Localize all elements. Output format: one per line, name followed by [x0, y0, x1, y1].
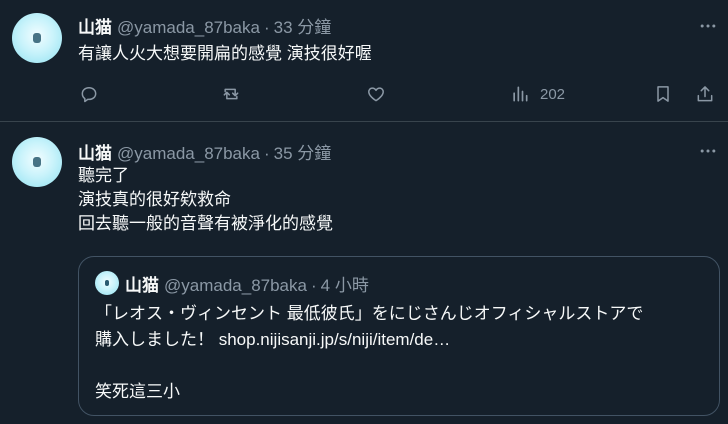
tweet-text: 有讓人火大想要開扁的感覺 演技很好喔	[78, 42, 372, 66]
share-button[interactable]	[695, 84, 715, 104]
timestamp[interactable]: 33 分鐘	[274, 13, 332, 38]
quoted-text-line: 笑死這三小	[95, 382, 180, 401]
quoted-display-name[interactable]: 山猫	[125, 271, 159, 296]
views-bar-chart-icon	[513, 86, 528, 102]
tweet-text: 聽完了 演技真的很好欸救命 回去聽一般的音聲有被淨化的感覺	[78, 164, 333, 236]
separator-dot: ·	[263, 18, 270, 37]
retweet-button[interactable]	[221, 84, 241, 104]
tweet-text-line: 演技真的很好欸救命	[78, 190, 231, 209]
tweet-text-line: 有讓人火大想要開扁的感覺 演技很好喔	[78, 44, 372, 63]
retweet-icon	[223, 88, 239, 100]
quoted-header: 山猫 @yamada_87baka · 4 小時	[125, 271, 369, 296]
views-button[interactable]: 202	[510, 84, 565, 104]
handle[interactable]: @yamada_87baka	[117, 144, 260, 164]
avatar-mark	[33, 157, 41, 167]
quoted-avatar[interactable]	[95, 271, 119, 295]
avatar-mark	[33, 33, 41, 43]
tweet-actions: 202	[0, 80, 728, 110]
tweet-text-line: 聽完了	[78, 166, 129, 185]
heart-icon	[368, 87, 384, 102]
display-name[interactable]: 山猫	[78, 139, 112, 164]
tweet-header: 山猫 @yamada_87baka · 35 分鐘	[78, 139, 331, 164]
tweet-header: 山猫 @yamada_87baka · 33 分鐘	[78, 13, 331, 38]
bookmark-icon	[657, 86, 669, 102]
more-icon[interactable]	[697, 15, 719, 37]
avatar-mark	[105, 280, 109, 286]
quoted-text: 「レオス・ヴィンセント 最低彼氏」をにじさんじオフィシャルストアで 購入しました…	[95, 301, 707, 405]
avatar[interactable]	[12, 137, 62, 187]
handle[interactable]: @yamada_87baka	[117, 18, 260, 38]
separator-dot: ·	[310, 276, 317, 295]
timestamp[interactable]: 35 分鐘	[274, 139, 332, 164]
more-icon[interactable]	[697, 140, 719, 162]
avatar[interactable]	[12, 13, 62, 63]
separator-dot: ·	[263, 144, 270, 163]
quoted-handle[interactable]: @yamada_87baka	[164, 276, 307, 296]
tweet-1[interactable]: 山猫 @yamada_87baka · 33 分鐘 有讓人火大想要開扁的感覺 演…	[0, 0, 728, 121]
share-icon	[697, 86, 713, 102]
quoted-text-line[interactable]: 購入しました！ shop.nijisanji.jp/s/niji/item/de…	[95, 327, 707, 353]
quoted-timestamp[interactable]: 4 小時	[321, 271, 369, 296]
views-count: 202	[540, 85, 566, 103]
tweet-text-line: 回去聽一般的音聲有被淨化的感覺	[78, 214, 333, 233]
quoted-text-line: 「レオス・ヴィンセント 最低彼氏」をにじさんじオフィシャルストアで	[95, 304, 644, 323]
reply-button[interactable]	[79, 84, 99, 104]
display-name[interactable]: 山猫	[78, 13, 112, 38]
bookmark-button[interactable]	[653, 84, 673, 104]
like-button[interactable]	[366, 84, 386, 104]
reply-icon	[81, 87, 97, 103]
quoted-tweet[interactable]: 山猫 @yamada_87baka · 4 小時 「レオス・ヴィンセント 最低彼…	[78, 256, 720, 416]
